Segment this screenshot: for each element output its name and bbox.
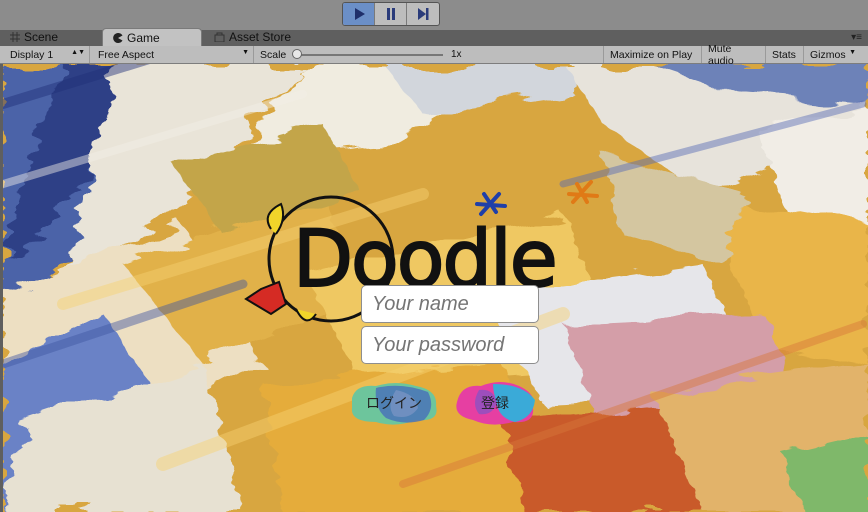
dropdown-arrow-icon: ▲▼ <box>71 49 85 56</box>
aspect-dropdown[interactable]: Free Aspect ▼ <box>92 46 254 63</box>
pause-button[interactable] <box>375 3 407 25</box>
dropdown-arrow-icon: ▼ <box>849 49 856 56</box>
tab-scene-label: Scene <box>24 30 59 44</box>
login-label: ログイン <box>366 395 422 411</box>
tab-game[interactable]: Game <box>102 28 202 46</box>
mute-label: Mute audio <box>708 42 734 67</box>
tab-asset-store-label: Asset Store <box>229 30 292 44</box>
tab-game-label: Game <box>127 30 160 45</box>
top-bar <box>0 0 868 30</box>
dropdown-arrow-icon: ▼ <box>242 49 249 56</box>
game-view: Doodle ログイン 登録 <box>3 64 868 512</box>
aspect-label: Free Aspect <box>98 48 155 61</box>
scale-slider-thumb[interactable] <box>292 49 302 59</box>
gizmos-dropdown[interactable]: Gizmos ▼ <box>804 46 860 63</box>
tab-asset-store[interactable]: Asset Store <box>204 28 314 46</box>
password-input[interactable] <box>361 326 539 364</box>
playback-controls <box>342 2 440 26</box>
scale-slider-track[interactable] <box>300 54 443 56</box>
maximize-label: Maximize on Play <box>610 48 693 61</box>
play-icon <box>354 8 365 20</box>
store-icon <box>214 32 225 42</box>
grid-icon <box>10 32 20 42</box>
name-input[interactable] <box>361 285 539 323</box>
gizmos-label: Gizmos <box>810 48 846 61</box>
pacman-icon <box>113 32 123 43</box>
maximize-on-play-toggle[interactable]: Maximize on Play <box>604 46 702 63</box>
scale-label: Scale <box>260 48 287 61</box>
mute-audio-toggle[interactable]: Mute audio <box>702 43 766 67</box>
stats-label: Stats <box>772 48 796 61</box>
play-button[interactable] <box>343 3 375 25</box>
register-button[interactable]: 登録 <box>453 378 537 428</box>
tab-scene[interactable]: Scene <box>0 28 100 46</box>
register-label: 登録 <box>481 395 509 411</box>
game-toolbar: Display 1 ▲▼ Free Aspect ▼ Scale 1x Maxi… <box>0 43 868 67</box>
stats-toggle[interactable]: Stats <box>766 46 804 63</box>
display-label: Display 1 <box>10 48 54 61</box>
pause-icon <box>386 8 395 20</box>
step-icon <box>418 8 429 20</box>
scale-value: 1x <box>451 49 462 60</box>
display-dropdown[interactable]: Display 1 ▲▼ <box>4 46 90 63</box>
tab-menu-icon[interactable]: ▾≡ <box>851 32 862 43</box>
login-button[interactable]: ログイン <box>346 378 442 428</box>
step-button[interactable] <box>407 3 439 25</box>
